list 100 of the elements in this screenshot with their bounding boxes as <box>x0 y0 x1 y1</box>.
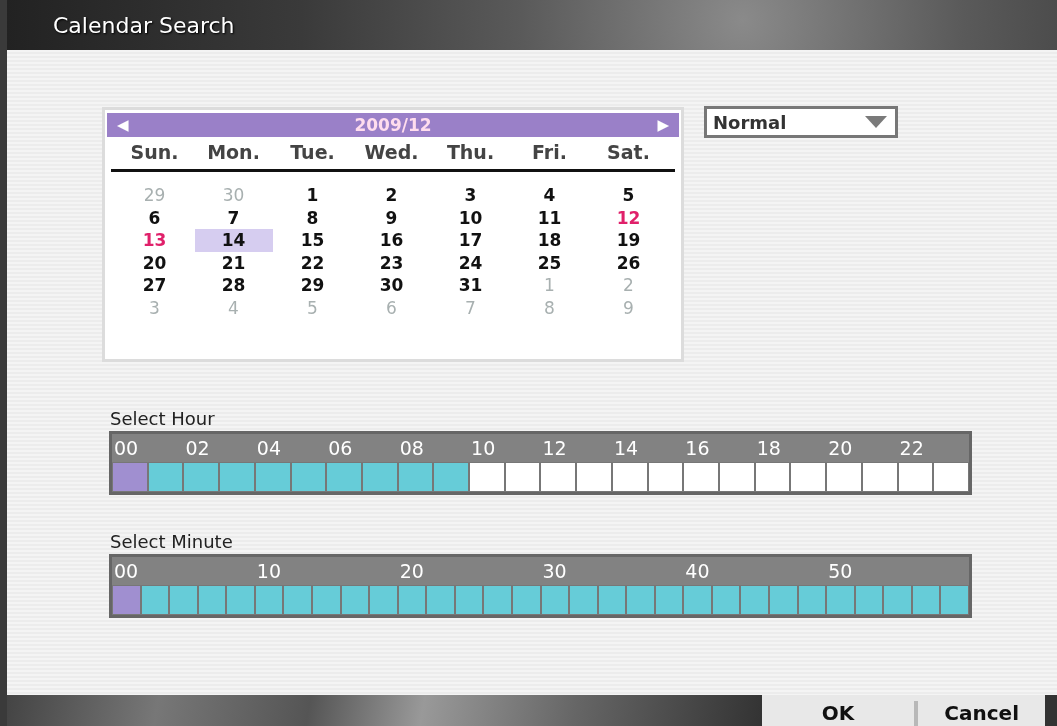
time-slot[interactable] <box>426 585 455 615</box>
mode-dropdown[interactable]: Normal <box>704 106 898 138</box>
time-slot[interactable] <box>397 585 427 615</box>
calendar-day[interactable]: 11 <box>510 206 589 229</box>
time-slot[interactable] <box>826 462 862 492</box>
time-slot[interactable] <box>540 462 577 492</box>
month-label: 2009/12 <box>354 115 432 135</box>
calendar-day[interactable]: 13 <box>115 229 194 252</box>
calendar-day[interactable]: 26 <box>589 251 668 274</box>
time-slot[interactable] <box>854 585 884 615</box>
time-label: 18 <box>755 436 782 461</box>
calendar-day[interactable]: 7 <box>194 206 273 229</box>
weekday-label: Tue. <box>289 141 336 163</box>
time-label: 10 <box>470 436 497 461</box>
calendar-day[interactable]: 27 <box>115 274 194 297</box>
calendar-day[interactable]: 20 <box>115 251 194 274</box>
time-label: 20 <box>827 436 854 461</box>
calendar-day[interactable]: 6 <box>115 206 194 229</box>
calendar-day[interactable]: 16 <box>352 229 431 252</box>
time-slot[interactable] <box>933 462 969 492</box>
time-slot[interactable] <box>576 462 612 492</box>
calendar-day[interactable]: 17 <box>431 229 510 252</box>
weekday-label: Mon. <box>206 141 261 163</box>
calendar-day[interactable]: 12 <box>589 206 668 229</box>
time-slot[interactable] <box>369 585 398 615</box>
calendar-day[interactable]: 25 <box>510 251 589 274</box>
weekday-label: Fri. <box>531 141 568 163</box>
calendar-day[interactable]: 4 <box>510 184 589 207</box>
calendar-day[interactable]: 8 <box>273 206 352 229</box>
time-slot[interactable] <box>433 462 470 492</box>
calendar-day[interactable]: 14 <box>194 229 273 252</box>
time-slot[interactable] <box>719 462 755 492</box>
time-slot[interactable] <box>597 585 627 615</box>
calendar-day[interactable]: 24 <box>431 251 510 274</box>
time-slot[interactable] <box>311 585 341 615</box>
section-title: Select Hour <box>110 408 216 429</box>
calendar-day[interactable]: 10 <box>431 206 510 229</box>
time-slot[interactable] <box>740 585 770 615</box>
calendar-day[interactable]: 1 <box>273 184 352 207</box>
time-slot[interactable] <box>911 585 941 615</box>
calendar-day[interactable]: 2 <box>352 184 431 207</box>
time-slot[interactable] <box>254 462 291 492</box>
time-slot[interactable] <box>797 585 827 615</box>
time-slot[interactable] <box>683 462 720 492</box>
time-slot[interactable] <box>940 585 969 615</box>
time-slot[interactable] <box>883 585 912 615</box>
time-slot[interactable] <box>340 585 370 615</box>
time-slot[interactable] <box>504 462 541 492</box>
calendar-day[interactable]: 9 <box>352 206 431 229</box>
time-slot[interactable] <box>290 462 327 492</box>
dropdown-caret-icon <box>865 116 887 128</box>
time-slot[interactable] <box>254 585 284 615</box>
calendar-day[interactable]: 15 <box>273 229 352 252</box>
time-slot[interactable] <box>897 462 934 492</box>
calendar-day[interactable]: 18 <box>510 229 589 252</box>
time-slot[interactable] <box>769 585 798 615</box>
calendar-day[interactable]: 22 <box>273 251 352 274</box>
time-slot[interactable] <box>147 462 184 492</box>
weekday-label: Wed. <box>363 141 420 163</box>
time-slot[interactable] <box>397 462 434 492</box>
time-slot[interactable] <box>326 462 362 492</box>
calendar-day[interactable]: 29 <box>273 274 352 297</box>
time-slot[interactable] <box>197 585 227 615</box>
time-label: 10 <box>255 559 282 584</box>
calendar-day[interactable]: 5 <box>589 184 668 207</box>
calendar-day[interactable]: 31 <box>431 274 510 297</box>
time-slot[interactable] <box>611 462 648 492</box>
time-slot[interactable] <box>454 585 484 615</box>
time-slot[interactable] <box>140 585 170 615</box>
calendar-day[interactable]: 19 <box>589 229 668 252</box>
calendar-day[interactable]: 23 <box>352 251 431 274</box>
time-slot[interactable] <box>711 585 741 615</box>
time-slot[interactable] <box>226 585 255 615</box>
weekday-label: Thu. <box>445 141 496 163</box>
calendar-day[interactable]: 3 <box>431 184 510 207</box>
time-slot[interactable] <box>219 462 255 492</box>
calendar-day[interactable]: 21 <box>194 251 273 274</box>
time-slot[interactable] <box>169 585 198 615</box>
time-slot[interactable] <box>183 462 220 492</box>
calendar-day[interactable]: 28 <box>194 274 273 297</box>
time-slot[interactable] <box>647 462 684 492</box>
dialog-button[interactable]: Cancel <box>918 695 1046 726</box>
time-slot[interactable] <box>469 462 505 492</box>
time-slot[interactable] <box>683 585 712 615</box>
time-slot[interactable] <box>361 462 398 492</box>
time-slot[interactable] <box>654 585 684 615</box>
weekday-label: Sun. <box>129 141 180 163</box>
calendar-day[interactable]: 30 <box>352 274 431 297</box>
time-slot[interactable] <box>754 462 791 492</box>
time-slot[interactable] <box>861 462 898 492</box>
dialog-button[interactable]: OK <box>761 695 915 726</box>
time-slot[interactable] <box>569 585 598 615</box>
time-slot[interactable] <box>790 462 827 492</box>
time-slot[interactable] <box>283 585 312 615</box>
time-slot[interactable] <box>483 585 512 615</box>
time-slot[interactable] <box>826 585 855 615</box>
time-label: 06 <box>327 436 354 461</box>
time-slot[interactable] <box>626 585 655 615</box>
time-slot[interactable] <box>511 585 541 615</box>
time-slot[interactable] <box>540 585 570 615</box>
